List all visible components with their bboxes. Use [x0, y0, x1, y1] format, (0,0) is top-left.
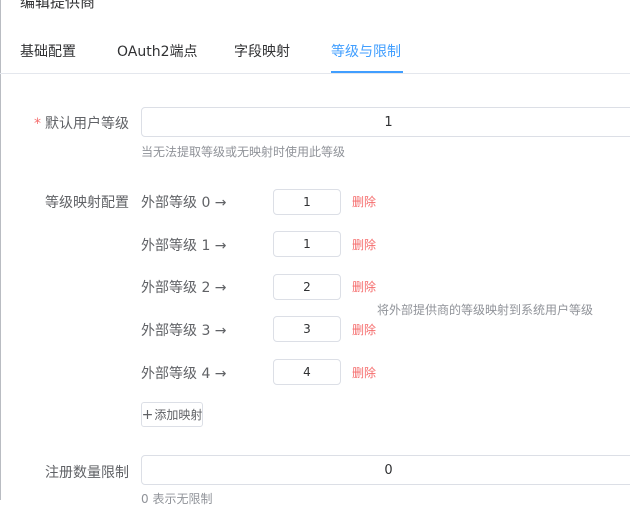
add-mapping-button[interactable]: + 添加映射 — [141, 402, 203, 427]
mapping-value-input[interactable] — [273, 316, 341, 342]
delete-mapping-button[interactable]: 删除 — [352, 364, 376, 381]
tab-bar: 基础配置 OAuth2端点 字段映射 等级与限制 — [0, 0, 630, 74]
default-level-help: 当无法提取等级或无映射时使用此等级 — [141, 145, 346, 159]
mapping-row-label: 外部等级 1 → — [141, 238, 227, 254]
level-mapping-label: 等级映射配置 — [45, 195, 129, 211]
required-mark: * — [34, 116, 41, 132]
mapping-value-input[interactable] — [273, 231, 341, 257]
registration-limit-input[interactable] — [141, 455, 630, 485]
mapping-row-label: 外部等级 3 → — [141, 323, 227, 339]
tab-divider — [0, 73, 630, 74]
default-level-label: * 默认用户等级 — [34, 116, 129, 132]
default-level-input[interactable] — [141, 107, 630, 137]
mapping-row-label: 外部等级 0 → — [141, 195, 227, 211]
tab-field-mapping[interactable]: 字段映射 — [234, 41, 290, 61]
delete-mapping-button[interactable]: 删除 — [352, 193, 376, 210]
level-mapping-help: 将外部提供商的等级映射到系统用户等级 — [377, 303, 594, 317]
registration-limit-label: 注册数量限制 — [45, 465, 129, 481]
plus-icon: + — [141, 406, 154, 423]
mapping-value-input[interactable] — [273, 189, 341, 215]
mapping-value-input[interactable] — [273, 359, 341, 385]
tab-basic-config[interactable]: 基础配置 — [20, 41, 76, 61]
window-left-edge — [0, 0, 1, 500]
mapping-value-input[interactable] — [273, 274, 341, 300]
registration-limit-help: 0 表示无限制 — [141, 492, 213, 506]
delete-mapping-button[interactable]: 删除 — [352, 321, 376, 338]
tab-oauth2-endpoints[interactable]: OAuth2端点 — [117, 41, 198, 61]
delete-mapping-button[interactable]: 删除 — [352, 236, 376, 253]
mapping-row-label: 外部等级 4 → — [141, 366, 227, 382]
delete-mapping-button[interactable]: 删除 — [352, 278, 376, 295]
add-mapping-label: 添加映射 — [154, 408, 203, 422]
mapping-row-label: 外部等级 2 → — [141, 280, 227, 296]
tab-levels-and-limits[interactable]: 等级与限制 — [331, 41, 401, 61]
